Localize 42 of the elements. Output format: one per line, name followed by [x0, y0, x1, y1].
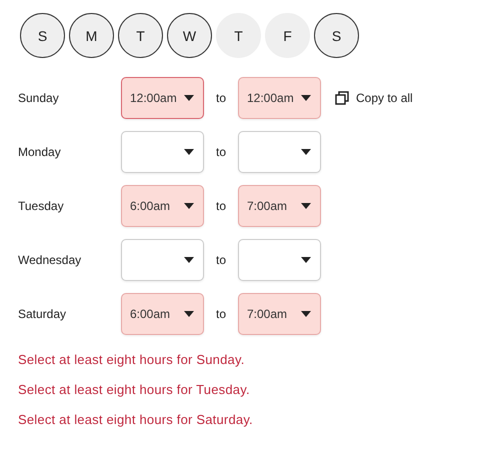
caret-icon — [184, 95, 194, 101]
day-toggle[interactable]: M — [69, 13, 114, 58]
time-dropdown[interactable] — [238, 131, 321, 173]
separator-text: to — [214, 199, 227, 213]
separator-text: to — [214, 253, 227, 267]
time-dropdown[interactable]: 6:00am — [121, 293, 204, 335]
separator-text: to — [214, 145, 227, 159]
day-toggle[interactable]: F — [265, 13, 310, 58]
day-toggle[interactable]: T — [216, 13, 261, 58]
caret-icon — [184, 311, 194, 317]
day-label: Wednesday — [18, 253, 82, 267]
time-dropdown[interactable]: 12:00am — [238, 77, 321, 119]
time-dropdown[interactable]: 7:00am — [238, 185, 321, 227]
separator-text: to — [214, 307, 227, 321]
day-label: Tuesday — [18, 199, 65, 213]
caret-icon — [184, 149, 194, 155]
caret-icon — [301, 95, 311, 101]
day-toggle[interactable]: S — [314, 13, 359, 58]
caret-icon — [301, 257, 311, 263]
error-message: Select at least eight hours for Tuesday. — [18, 381, 251, 399]
time-dropdown[interactable]: 7:00am — [238, 293, 321, 335]
time-dropdown[interactable] — [121, 239, 204, 281]
caret-icon — [301, 149, 311, 155]
time-dropdown[interactable]: 6:00am — [121, 185, 204, 227]
day-toggle[interactable]: T — [118, 13, 163, 58]
caret-icon — [184, 203, 194, 209]
day-label: Sunday — [18, 91, 60, 105]
caret-icon — [184, 257, 194, 263]
copy-to-all-button[interactable]: Copy to all — [335, 91, 413, 105]
caret-icon — [301, 203, 311, 209]
copy-icon — [335, 91, 349, 105]
time-dropdown[interactable] — [121, 131, 204, 173]
day-label: Saturday — [18, 307, 68, 321]
day-label: Monday — [18, 145, 62, 159]
day-toggle[interactable]: S — [20, 13, 65, 58]
error-message: Select at least eight hours for Saturday. — [18, 411, 254, 429]
time-dropdown[interactable]: 12:00am — [121, 77, 204, 119]
time-dropdown[interactable] — [238, 239, 321, 281]
day-toggle[interactable]: W — [167, 13, 212, 58]
separator-text: to — [214, 91, 227, 105]
error-message: Select at least eight hours for Sunday. — [18, 351, 246, 369]
caret-icon — [301, 311, 311, 317]
